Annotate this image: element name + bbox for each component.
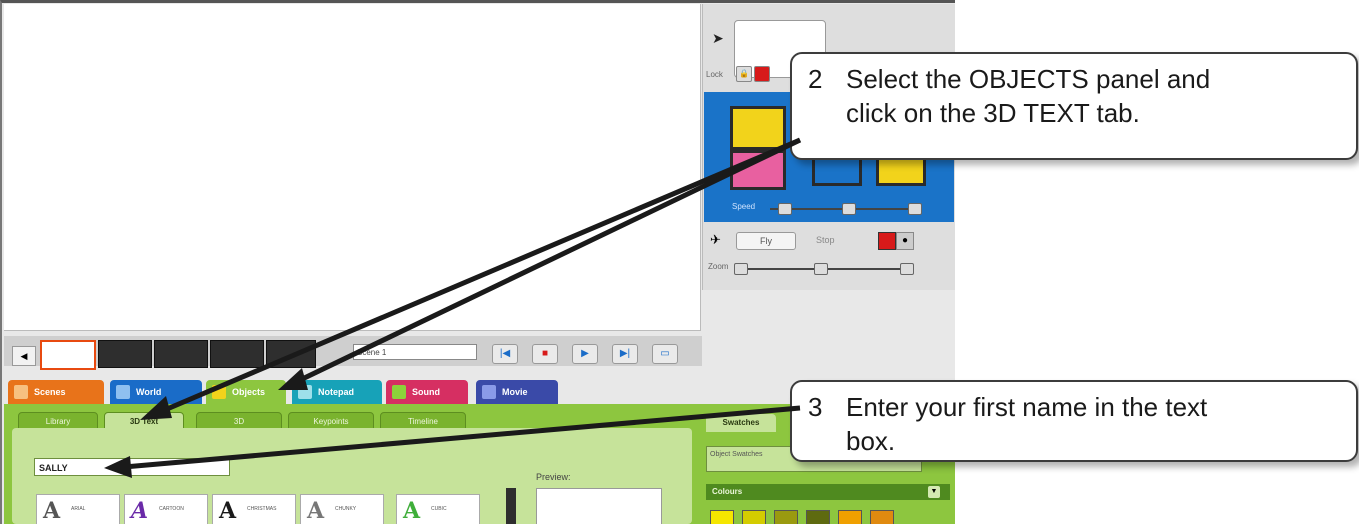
arrow-head-text-box [104, 456, 132, 478]
arrow-head-3d-text [140, 396, 172, 420]
arrow-to-objects-tab [294, 137, 802, 385]
arrow-to-text-box [123, 405, 801, 470]
arrow-to-3d-text-tab [159, 137, 801, 415]
arrow-head-objects [278, 368, 308, 390]
annotation-arrows [104, 137, 802, 478]
